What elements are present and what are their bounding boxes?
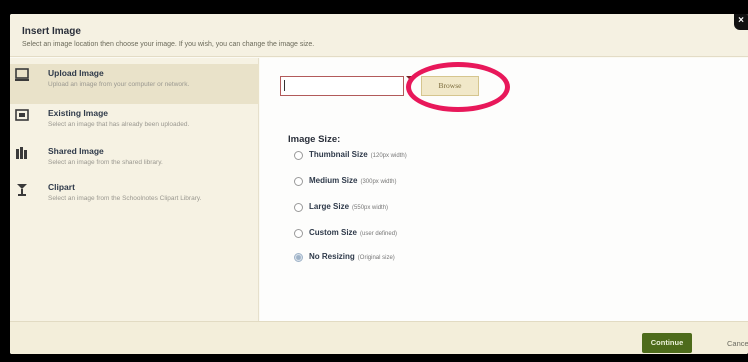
radio-button[interactable] (294, 229, 303, 238)
file-path-input[interactable] (280, 76, 404, 96)
image-icon (15, 109, 29, 121)
continue-button[interactable]: Continue (642, 333, 692, 353)
sidebar-item-desc: Upload an image from your computer or ne… (48, 81, 190, 88)
radio-label: Thumbnail Size (120px width) (309, 150, 407, 159)
monitor-icon (15, 68, 29, 81)
radio-button[interactable] (294, 177, 303, 186)
radio-label-text: Custom Size (309, 228, 358, 237)
image-source-sidebar: Upload Image Upload an image from your c… (10, 58, 259, 321)
dialog-title: Insert Image (22, 26, 81, 37)
cancel-link[interactable]: Cancel (727, 339, 748, 348)
dialog-footer (10, 321, 748, 354)
highlight-circle-annotation (406, 62, 510, 112)
text-caret (284, 80, 285, 91)
sidebar-item-clipart[interactable]: Clipart Select an image from the Schooln… (10, 178, 259, 218)
radio-label-text: Large Size (309, 202, 350, 211)
dialog-subtitle: Select an image location then choose you… (22, 41, 315, 48)
radio-button-selected[interactable] (294, 253, 303, 262)
top-black-border (0, 0, 748, 14)
radio-label-text: Thumbnail Size (309, 150, 368, 159)
sidebar-item-desc: Select an image from the shared library. (48, 159, 163, 166)
sidebar-item-existing-image[interactable]: Existing Image Select an image that has … (10, 104, 259, 144)
radio-hint: (user defined) (360, 231, 398, 237)
radio-button[interactable] (294, 151, 303, 160)
radio-label: Custom Size (user defined) (309, 228, 397, 237)
radio-button[interactable] (294, 203, 303, 212)
sidebar-item-desc: Select an image that has already been up… (48, 121, 190, 128)
radio-label: Large Size (550px width) (309, 202, 388, 211)
sidebar-item-shared-image[interactable]: Shared Image Select an image from the sh… (10, 142, 259, 182)
bottom-black-border (0, 354, 748, 362)
radio-label-text: No Resizing (309, 252, 355, 261)
radio-hint: (Original size) (357, 255, 395, 261)
insert-image-dialog: Insert Image Select an image location th… (10, 14, 748, 354)
image-size-title: Image Size: (288, 134, 341, 145)
dialog-header: Insert Image Select an image location th… (10, 14, 748, 57)
radio-label-text: Medium Size (309, 176, 358, 185)
sidebar-item-label: Shared Image (48, 146, 104, 156)
radio-hint: (120px width) (370, 153, 407, 159)
radio-label: Medium Size (300px width) (309, 176, 396, 185)
radio-label: No Resizing (Original size) (309, 252, 395, 261)
radio-hint: (550px width) (352, 205, 389, 211)
sidebar-item-label: Clipart (48, 182, 75, 192)
sidebar-item-upload-image[interactable]: Upload Image Upload an image from your c… (10, 64, 259, 104)
library-icon (16, 147, 27, 159)
close-button[interactable]: × (734, 14, 748, 30)
upload-panel: Browse Image Size: Thumbnail Size (120px … (260, 58, 748, 321)
sidebar-item-label: Upload Image (48, 68, 104, 78)
clipart-icon (17, 184, 27, 196)
sidebar-item-label: Existing Image (48, 108, 108, 118)
radio-hint: (300px width) (360, 179, 397, 185)
sidebar-item-desc: Select an image from the Schoolnotes Cli… (48, 195, 202, 202)
